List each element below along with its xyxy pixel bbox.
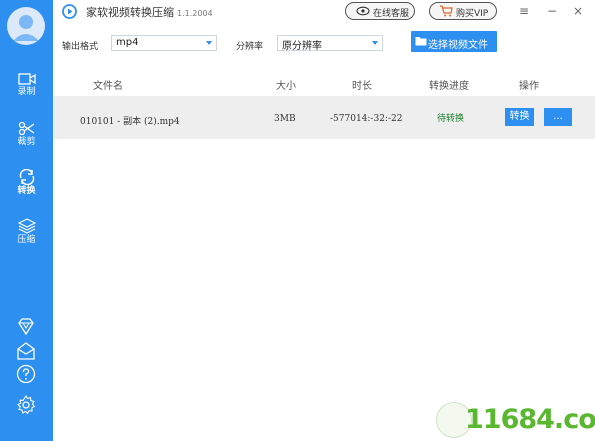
layers-icon [17, 218, 36, 234]
column-header-actions: 操作 [519, 81, 539, 92]
user-avatar[interactable] [7, 7, 45, 45]
online-service-label: 在线客服 [373, 9, 410, 19]
video-camera-icon [17, 73, 36, 85]
resolution-select-value: 原分辨率 [282, 41, 322, 52]
choose-video-file-label: 选择视频文件 [428, 40, 488, 51]
choose-video-file-button[interactable]: 选择视频文件 [411, 31, 497, 52]
convert-icon [19, 169, 34, 185]
column-header-duration: 时长 [352, 81, 372, 92]
help-icon[interactable] [15, 363, 37, 385]
chevron-down-icon [206, 41, 212, 45]
app-title-text: 家软视频转换压缩 [86, 6, 174, 19]
minimize-icon[interactable]: − [544, 3, 560, 19]
sidebar: 录制 裁剪 转换 压缩 [0, 0, 53, 441]
column-header-filename: 文件名 [93, 81, 123, 92]
buy-vip-button[interactable]: 购买VIP [429, 2, 497, 20]
table-row[interactable]: 010101 - 副本 (2).mp4 3MB -577014:-32:-22 … [53, 96, 595, 139]
watermark: 11684.com [465, 404, 595, 435]
more-options-button[interactable]: ... [544, 108, 572, 126]
eye-icon [356, 6, 370, 16]
mail-icon[interactable] [15, 340, 37, 362]
menu-icon[interactable]: ≡ [516, 3, 532, 19]
format-label: 输出格式 [62, 42, 99, 52]
scissors-icon [18, 121, 34, 136]
sidebar-item-label: 裁剪 [17, 137, 36, 147]
close-icon[interactable]: × [570, 3, 586, 19]
column-header-progress: 转换进度 [429, 81, 469, 92]
settings-gear-icon[interactable] [15, 394, 37, 416]
resolution-label: 分辨率 [236, 42, 264, 52]
status-badge: 待转换 [437, 114, 465, 124]
format-select-value: mp4 [116, 37, 139, 48]
file-table: 文件名 大小 时长 转换进度 操作 010101 - 副本 (2).mp4 3M… [53, 68, 595, 441]
sidebar-item-label: 转换 [17, 186, 36, 196]
cart-icon [440, 5, 453, 17]
app-title: 家软视频转换压缩 1.1.2004 [86, 4, 213, 20]
folder-icon [415, 37, 427, 46]
file-size-cell: 3MB [274, 114, 296, 124]
app-logo-icon [62, 4, 77, 19]
format-select[interactable]: mp4 [111, 35, 217, 51]
sidebar-item-label: 压缩 [17, 235, 36, 245]
duration-cell: -577014:-32:-22 [330, 114, 402, 124]
online-service-button[interactable]: 在线客服 [345, 2, 415, 20]
title-bar: 家软视频转换压缩 1.1.2004 在线客服 购买VIP ≡ − × [53, 0, 595, 22]
resolution-select[interactable]: 原分辨率 [277, 35, 383, 52]
column-header-size: 大小 [276, 81, 296, 92]
sidebar-item-crop[interactable]: 裁剪 [0, 121, 53, 161]
buy-vip-label: 购买VIP [456, 9, 489, 19]
file-name-cell: 010101 - 副本 (2).mp4 [80, 117, 180, 127]
sidebar-item-label: 录制 [17, 87, 36, 97]
app-version: 1.1.2004 [177, 9, 213, 18]
diamond-vip-icon[interactable] [15, 316, 37, 338]
table-header: 文件名 大小 时长 转换进度 操作 [53, 68, 595, 96]
chevron-down-icon [372, 41, 378, 45]
sidebar-item-convert[interactable]: 转换 [0, 169, 53, 209]
sidebar-item-compress[interactable]: 压缩 [0, 218, 53, 258]
convert-button[interactable]: 转换 [505, 108, 534, 126]
sidebar-item-record[interactable]: 录制 [0, 72, 53, 112]
